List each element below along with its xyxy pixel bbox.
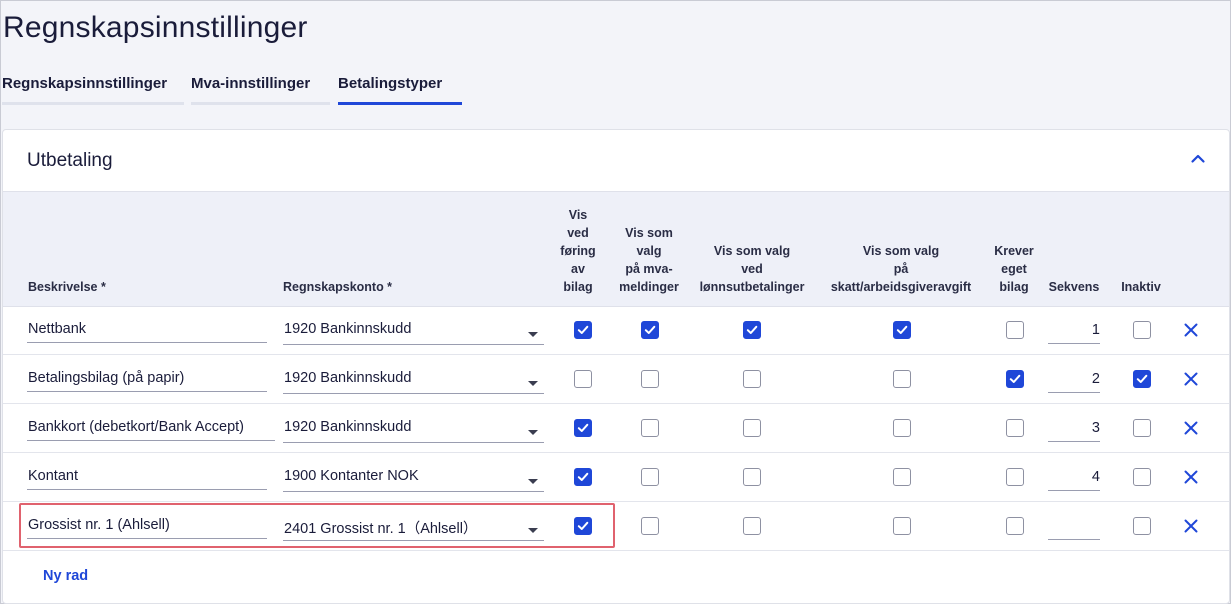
show-tax-checkbox[interactable] (893, 517, 911, 535)
account-select-value: 1920 Bankinnskudd (284, 419, 412, 435)
table-row: 1920 Bankinnskudd (3, 306, 1229, 355)
checkmark-icon (577, 423, 589, 432)
show-on-voucher-checkbox[interactable] (574, 468, 592, 486)
new-row-button[interactable]: Ny rad (43, 568, 88, 584)
chevron-up-icon[interactable] (1189, 150, 1207, 168)
checkmark-icon (577, 472, 589, 481)
caret-down-icon (528, 528, 538, 533)
show-on-voucher-checkbox[interactable] (574, 370, 592, 388)
column-header-requires-voucher: Krever eget bilag (994, 244, 1034, 294)
inactive-checkbox[interactable] (1133, 370, 1151, 388)
requires-voucher-checkbox[interactable] (1006, 419, 1024, 437)
show-on-voucher-checkbox[interactable] (574, 321, 592, 339)
inactive-checkbox[interactable] (1133, 468, 1151, 486)
sequence-input[interactable] (1048, 318, 1100, 344)
account-select[interactable]: 1920 Bankinnskudd (283, 416, 544, 443)
show-tax-checkbox[interactable] (893, 468, 911, 486)
caret-down-icon (528, 430, 538, 435)
checkmark-icon (577, 325, 589, 334)
sequence-input[interactable] (1048, 367, 1100, 393)
inactive-checkbox[interactable] (1133, 419, 1151, 437)
table-header: Beskrivelse * Regnskapskonto * Vis ved f… (3, 191, 1229, 307)
table-row: 2401 Grossist nr. 1（Ahlsell） (3, 502, 1229, 551)
description-input[interactable] (27, 416, 275, 441)
requires-voucher-checkbox[interactable] (1006, 370, 1024, 388)
card-header: Utbetaling (3, 130, 1229, 192)
show-on-voucher-checkbox[interactable] (574, 419, 592, 437)
description-input[interactable] (27, 318, 267, 343)
column-header-description: Beskrivelse * (28, 280, 106, 294)
account-select[interactable]: 1920 Bankinnskudd (283, 367, 544, 394)
column-header-show-vat: Vis som valg på mva- meldinger (619, 226, 679, 294)
close-icon[interactable] (1183, 469, 1199, 485)
show-vat-checkbox[interactable] (641, 468, 659, 486)
table-row: 1920 Bankinnskudd (3, 404, 1229, 453)
inactive-checkbox[interactable] (1133, 321, 1151, 339)
show-salary-checkbox[interactable] (743, 370, 761, 388)
account-select[interactable]: 1900 Kontanter NOK (283, 465, 544, 492)
sequence-input[interactable] (1048, 465, 1100, 491)
column-header-show-salary: Vis som valg ved lønnsutbetalinger (699, 244, 805, 294)
show-salary-checkbox[interactable] (743, 468, 761, 486)
account-select[interactable]: 1920 Bankinnskudd (283, 318, 544, 345)
close-icon[interactable] (1183, 371, 1199, 387)
account-select-value: 1920 Bankinnskudd (284, 370, 412, 386)
account-select[interactable]: 2401 Grossist nr. 1（Ahlsell） (283, 514, 544, 541)
tab-mva-innstillinger[interactable]: Mva-innstillinger (191, 75, 330, 105)
show-salary-checkbox[interactable] (743, 321, 761, 339)
inactive-checkbox[interactable] (1133, 517, 1151, 535)
show-vat-checkbox[interactable] (641, 419, 659, 437)
checkmark-icon (644, 325, 656, 334)
column-header-show-tax: Vis som valg på skatt/arbeidsgiveravgift (830, 244, 972, 294)
checkmark-icon (746, 325, 758, 334)
tab-betalingstyper[interactable]: Betalingstyper (338, 75, 462, 105)
close-icon[interactable] (1183, 518, 1199, 534)
show-on-voucher-checkbox[interactable] (574, 517, 592, 535)
show-tax-checkbox[interactable] (893, 419, 911, 437)
checkmark-icon (1136, 374, 1148, 383)
column-header-sequence: Sekvens (1048, 280, 1100, 294)
show-salary-checkbox[interactable] (743, 517, 761, 535)
column-header-inactive: Inaktiv (1121, 280, 1161, 294)
description-input[interactable] (27, 514, 267, 539)
section-title: Utbetaling (27, 150, 113, 171)
tab-regnskapsinnstillinger[interactable]: Regnskapsinnstillinger (2, 75, 184, 105)
show-salary-checkbox[interactable] (743, 419, 761, 437)
requires-voucher-checkbox[interactable] (1006, 321, 1024, 339)
caret-down-icon (528, 332, 538, 337)
requires-voucher-checkbox[interactable] (1006, 517, 1024, 535)
sequence-input[interactable] (1048, 416, 1100, 442)
sequence-input[interactable] (1048, 514, 1100, 540)
checkmark-icon (1009, 374, 1021, 383)
close-icon[interactable] (1183, 322, 1199, 338)
show-vat-checkbox[interactable] (641, 517, 659, 535)
checkmark-icon (896, 325, 908, 334)
account-select-value: 2401 Grossist nr. 1（Ahlsell） (284, 521, 478, 537)
show-vat-checkbox[interactable] (641, 370, 659, 388)
account-select-value: 1900 Kontanter NOK (284, 468, 419, 484)
column-header-account: Regnskapskonto * (283, 280, 393, 294)
account-select-value: 1920 Bankinnskudd (284, 321, 412, 337)
page-title: Regnskapsinnstillinger (3, 11, 308, 44)
description-input[interactable] (27, 465, 267, 490)
show-vat-checkbox[interactable] (641, 321, 659, 339)
description-input[interactable] (27, 367, 267, 392)
checkmark-icon (577, 521, 589, 530)
payment-types-card: Utbetaling Beskrivelse * Regnskapskonto … (2, 129, 1230, 604)
table-row: 1920 Bankinnskudd (3, 355, 1229, 404)
close-icon[interactable] (1183, 420, 1199, 436)
column-header-show-on-voucher: Vis ved føring av bilag (560, 208, 596, 294)
show-tax-checkbox[interactable] (893, 321, 911, 339)
table-row: 1900 Kontanter NOK (3, 453, 1229, 502)
caret-down-icon (528, 381, 538, 386)
requires-voucher-checkbox[interactable] (1006, 468, 1024, 486)
show-tax-checkbox[interactable] (893, 370, 911, 388)
caret-down-icon (528, 479, 538, 484)
